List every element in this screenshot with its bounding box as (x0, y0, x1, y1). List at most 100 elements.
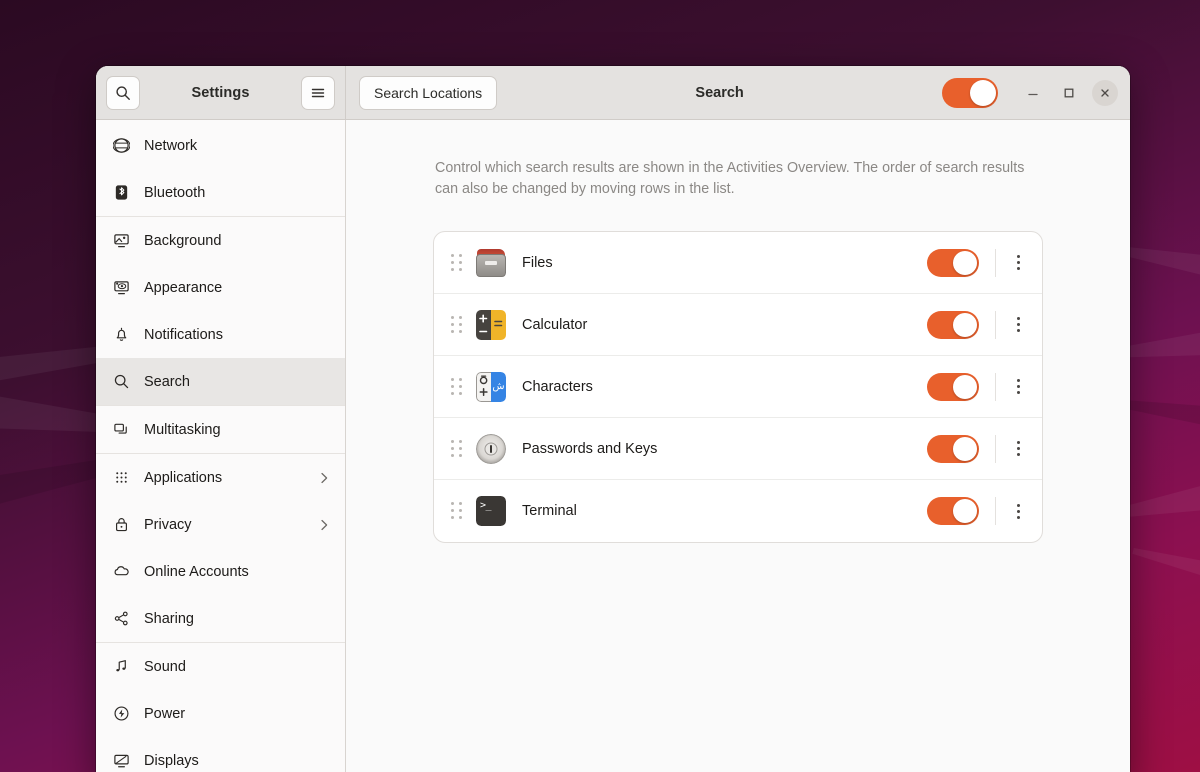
table-row[interactable]: Passwords and Keys (434, 418, 1042, 481)
maximize-button[interactable] (1056, 80, 1082, 106)
row-label: Passwords and Keys (522, 440, 658, 457)
search-panel-content: Control which search results are shown i… (346, 120, 1130, 772)
sidebar-item-privacy[interactable]: Privacy (96, 501, 345, 548)
sidebar-item-network[interactable]: Network (96, 122, 345, 169)
sidebar-item-label: Applications (144, 469, 223, 486)
calculator-app-icon (476, 309, 506, 340)
sidebar-item-label: Privacy (144, 516, 192, 533)
sidebar-item-label: Online Accounts (144, 563, 249, 580)
panel-description: Control which search results are shown i… (435, 160, 1025, 197)
wallpaper-shard (1118, 233, 1200, 303)
row-toggle[interactable] (927, 497, 979, 526)
kebab-menu-icon[interactable] (1000, 307, 1036, 343)
sidebar-item-online-accounts[interactable]: Online Accounts (96, 548, 345, 595)
row-divider (995, 248, 996, 277)
sidebar-item-sharing[interactable]: Sharing (96, 595, 345, 642)
sidebar-item-label: Displays (144, 752, 199, 769)
row-divider (995, 372, 996, 401)
kebab-menu-icon[interactable] (1000, 493, 1036, 529)
toggle-knob (953, 374, 977, 399)
grid-apps-icon (112, 469, 130, 487)
minimize-button[interactable] (1020, 80, 1046, 106)
wallpaper-shard (1129, 536, 1200, 613)
sidebar-item-label: Search (144, 373, 190, 390)
sidebar-item-applications[interactable]: Applications (96, 454, 345, 501)
row-label: Terminal (522, 503, 577, 520)
main-menu-button[interactable] (301, 75, 335, 110)
row-toggle[interactable] (927, 372, 979, 401)
row-toggle[interactable] (927, 434, 979, 463)
sidebar-item-power[interactable]: Power (96, 690, 345, 737)
sidebar-item-label: Power (144, 705, 186, 722)
sidebar-item-displays[interactable]: Displays (96, 737, 345, 772)
close-icon (1101, 88, 1109, 97)
sidebar-item-label: Background (144, 232, 222, 249)
sidebar-item-label: Notifications (144, 326, 223, 343)
music-note-icon (112, 658, 130, 676)
toggle-knob (970, 79, 996, 106)
search-icon (116, 85, 130, 100)
sidebar-item-label: Sound (144, 658, 186, 675)
bluetooth-icon (112, 184, 130, 202)
sidebar-item-multitasking[interactable]: Multitasking (96, 406, 345, 453)
toggle-knob (953, 499, 977, 524)
headerbar-left: Settings (96, 66, 346, 119)
kebab-menu-icon[interactable] (1000, 431, 1036, 467)
lock-icon (112, 516, 130, 534)
drag-handle-icon[interactable] (446, 499, 468, 523)
share-nodes-icon (112, 610, 130, 628)
appearance-icon (112, 279, 130, 297)
row-toggle[interactable] (927, 248, 979, 277)
table-row[interactable]: Calculator (434, 294, 1042, 357)
kebab-menu-icon[interactable] (1000, 369, 1036, 405)
row-label: Files (522, 254, 553, 271)
search-locations-button[interactable]: Search Locations (359, 75, 498, 110)
windows-icon (112, 421, 130, 439)
passwords-app-icon (476, 433, 506, 464)
row-divider (995, 310, 996, 339)
sidebar-item-background[interactable]: Background (96, 217, 345, 264)
sidebar-item-sound[interactable]: Sound (96, 643, 345, 690)
table-row[interactable]: >_ Terminal (434, 480, 1042, 542)
sidebar-item-label: Multitasking (144, 421, 221, 438)
search-master-toggle[interactable] (942, 77, 998, 108)
sidebar-item-label: Network (144, 137, 198, 154)
characters-app-icon: ش (476, 371, 506, 402)
search-icon-button[interactable] (106, 75, 140, 110)
power-bolt-icon (112, 705, 130, 723)
headerbar-right: Search Locations Search (346, 66, 1130, 119)
display-icon (112, 752, 130, 770)
table-row[interactable]: ش Characters (434, 356, 1042, 419)
drag-handle-icon[interactable] (446, 375, 468, 399)
terminal-app-icon: >_ (476, 496, 506, 527)
settings-sidebar: Network Bluetooth Background Appearance … (96, 120, 346, 772)
sidebar-item-label: Sharing (144, 610, 194, 627)
drag-handle-icon[interactable] (446, 313, 468, 337)
chevron-right-icon (317, 471, 331, 485)
files-app-icon (476, 248, 506, 278)
sidebar-item-search[interactable]: Search (96, 358, 345, 405)
sidebar-item-notifications[interactable]: Notifications (96, 311, 345, 358)
window-body: Network Bluetooth Background Appearance … (96, 120, 1130, 772)
row-divider (995, 497, 996, 526)
settings-window: Settings Search Locations Search Network… (96, 66, 1130, 772)
cloud-icon (112, 563, 130, 581)
row-label: Calculator (522, 316, 588, 333)
kebab-menu-icon[interactable] (1000, 245, 1036, 281)
background-icon (112, 232, 130, 250)
globe-icon (112, 137, 130, 155)
toggle-knob (953, 250, 977, 275)
sidebar-item-appearance[interactable]: Appearance (96, 264, 345, 311)
maximize-icon (1064, 88, 1074, 97)
table-row[interactable]: Files (434, 232, 1042, 295)
minimize-icon (1028, 93, 1038, 95)
drag-handle-icon[interactable] (446, 437, 468, 461)
sidebar-item-label: Bluetooth (144, 184, 206, 201)
sidebar-item-bluetooth[interactable]: Bluetooth (96, 169, 345, 216)
app-title: Settings (191, 84, 250, 101)
row-divider (995, 434, 996, 463)
row-label: Characters (522, 378, 593, 395)
close-button[interactable] (1092, 79, 1118, 106)
drag-handle-icon[interactable] (446, 251, 468, 275)
row-toggle[interactable] (927, 310, 979, 339)
